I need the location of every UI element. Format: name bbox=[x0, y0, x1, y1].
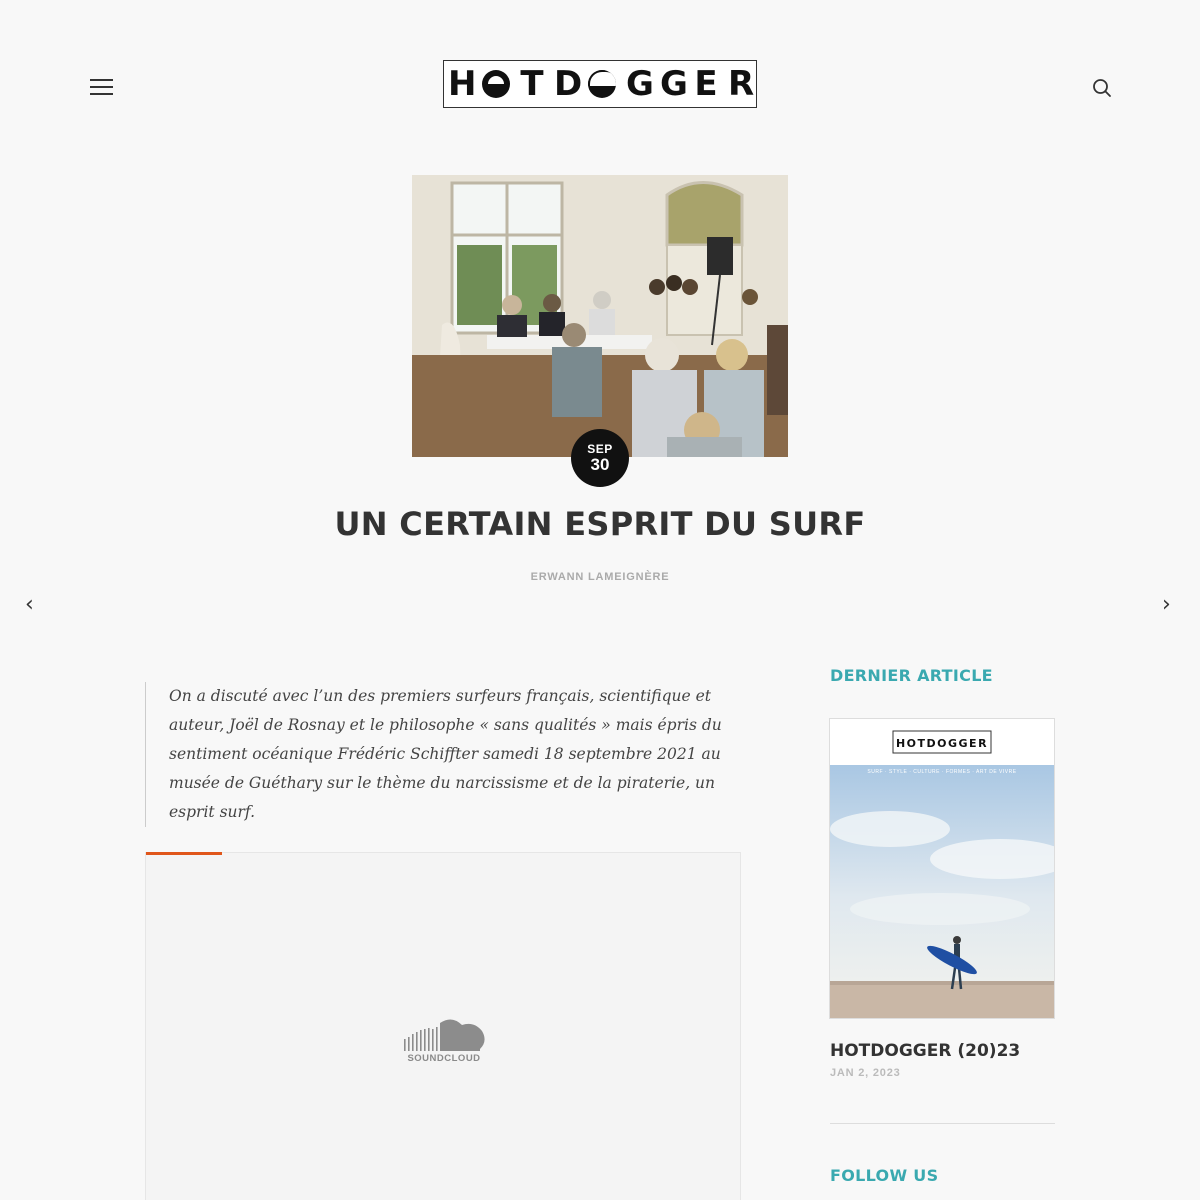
embed-progress-accent bbox=[146, 852, 222, 855]
sidebar-divider bbox=[830, 1123, 1055, 1124]
cover-tagline: SURF · STYLE · CULTURE · FORMES · ART DE… bbox=[867, 769, 1016, 775]
magazine-cover-image: HOTDOGGER SURF · STYLE · CULTURE · FORME… bbox=[830, 719, 1054, 1018]
post-title: UN CERTAIN ESPRIT DU SURF bbox=[334, 505, 866, 543]
post-author[interactable]: ERWANN LAMEIGNÈRE bbox=[0, 571, 1200, 583]
latest-article-heading: DERNIER ARTICLE bbox=[830, 666, 993, 685]
post-date-day: 30 bbox=[590, 455, 610, 474]
search-icon[interactable] bbox=[1092, 78, 1112, 98]
logo-o-glyph bbox=[588, 70, 616, 98]
logo-o-glyph bbox=[482, 70, 510, 98]
post-date-month: SEP bbox=[587, 442, 613, 456]
cover-logo: HOTDOGGER bbox=[896, 737, 988, 750]
hero-image bbox=[412, 175, 788, 457]
latest-article-date: JAN 2, 2023 bbox=[830, 1067, 901, 1079]
post-excerpt: On a discuté avec l’un des premiers surf… bbox=[145, 682, 735, 827]
previous-post-arrow[interactable]: ‹ bbox=[25, 592, 34, 617]
soundcloud-embed[interactable]: SOUNDCLOUD bbox=[145, 852, 741, 1200]
latest-article-title[interactable]: HOTDOGGER (20)23 bbox=[830, 1041, 1020, 1061]
post-date-badge: SEP 30 bbox=[571, 429, 629, 487]
latest-article-cover[interactable]: HOTDOGGER SURF · STYLE · CULTURE · FORME… bbox=[829, 718, 1055, 1019]
next-post-arrow[interactable]: › bbox=[1162, 592, 1171, 617]
hamburger-menu-icon[interactable] bbox=[90, 79, 113, 95]
site-logo[interactable]: H T D G G E R bbox=[443, 60, 757, 108]
follow-us-heading: FOLLOW US bbox=[830, 1166, 939, 1185]
soundcloud-label: SOUNDCLOUD bbox=[407, 1053, 481, 1064]
